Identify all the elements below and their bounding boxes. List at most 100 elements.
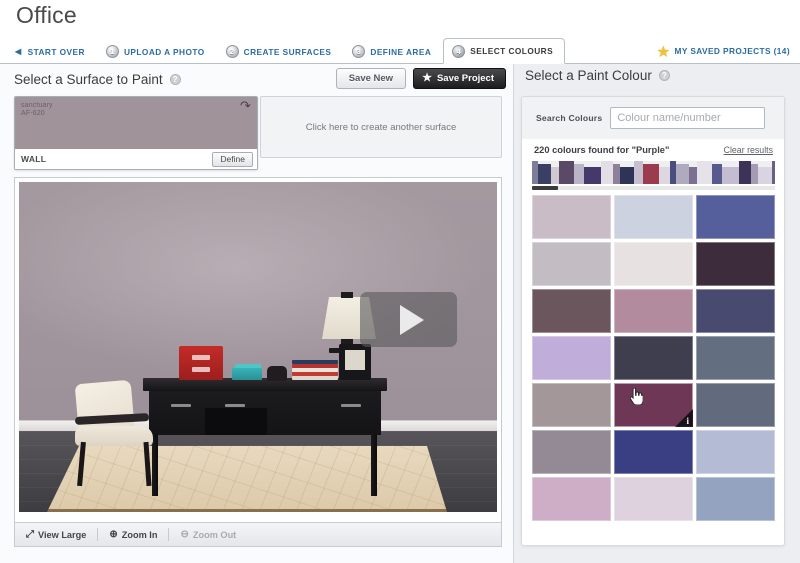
desk-drawer-handle [171,404,191,407]
step-number-badge: 1 [105,45,119,58]
help-icon[interactable]: ? [658,70,670,81]
surface-colour-swatch: sanctuary AF-620 ↶ [15,97,257,150]
colour-swatch[interactable] [614,477,693,521]
colour-swatch[interactable] [532,242,611,286]
view-large-button[interactable]: ⤢ View Large [15,528,99,541]
define-button[interactable]: Define [212,151,253,167]
main-content: Select a Surface to Paint ? Save New ★ S… [0,64,800,563]
view-large-icon: ⤢ [26,528,34,540]
colour-swatch[interactable] [614,242,693,286]
tab-start-over-label: START OVER [27,46,85,57]
colour-pane-title: Select a Paint Colour [525,68,652,83]
star-icon: ★ [657,43,670,59]
colour-swatch[interactable] [696,242,775,286]
clear-results-link[interactable]: Clear results [724,145,773,155]
colour-pane: Select a Paint Colour ? Search Colours 2… [515,64,800,563]
room-photo[interactable] [19,182,497,512]
colour-swatch[interactable] [614,195,693,239]
desk-knee-space [205,408,267,435]
colour-swatch[interactable] [532,430,611,474]
results-count-label: 220 colours found for "Purple" [534,145,670,155]
surface-list: sanctuary AF-620 ↶ WALL Define Click her… [14,96,502,170]
book-stack [292,360,338,380]
step-number-badge: 3 [352,45,366,58]
save-new-button[interactable]: Save New [335,68,407,89]
colour-swatch[interactable] [614,336,693,380]
colour-navigator-handle[interactable] [532,186,558,190]
tab-define-area-label: DEFINE AREA [370,46,432,57]
play-video-button[interactable] [360,292,457,347]
zoom-in-icon: ⊕ [109,528,118,540]
colour-swatch[interactable] [614,430,693,474]
star-icon: ★ [422,72,432,84]
back-arrow-icon: ◀ [15,46,22,56]
surface-pane-actions: Save New ★ Save Project [335,68,506,89]
colour-swatch[interactable] [696,336,775,380]
desk-accessory [267,366,287,381]
surface-pane: Select a Surface to Paint ? Save New ★ S… [0,64,514,563]
tab-upload-a-photo-label: UPLOAD A PHOTO [123,46,205,57]
search-input[interactable] [610,107,766,129]
tab-start-over[interactable]: ◀ START OVER [6,38,97,64]
undo-icon[interactable]: ↶ [240,98,251,113]
colour-swatch[interactable] [696,289,775,333]
surface-type-label: WALL [21,154,47,164]
colour-navigator-strip[interactable] [532,161,775,184]
picture-frame [339,344,371,380]
save-project-button[interactable]: ★ Save Project [413,68,506,89]
zoom-in-label: Zoom In [121,529,158,540]
colour-swatch[interactable] [532,195,611,239]
my-saved-projects-link[interactable]: ★ MY SAVED PROJECTS (14) [657,38,790,64]
zoom-out-label: Zoom Out [192,529,237,540]
colour-navigator-track[interactable] [532,186,775,190]
desk-drawer-handle [341,404,361,407]
viewer-toolbar: ⤢ View Large ⊕ Zoom In ⊖ Zoom Out [15,522,501,546]
app-root: Office ◀ START OVER 1 UPLOAD A PHOTO 2 C… [0,0,800,563]
tab-create-surfaces-label: CREATE SURFACES [243,46,332,57]
tab-select-colours[interactable]: 4 SELECT COLOURS [443,38,566,64]
page-title: Office [16,2,77,28]
save-project-label: Save Project [436,73,494,84]
mouse-cursor-icon [629,387,644,406]
play-icon [399,304,424,335]
colour-swatch[interactable] [532,477,611,521]
info-icon[interactable]: i [686,417,689,426]
colour-swatch[interactable] [696,383,775,427]
colour-swatch[interactable] [696,430,775,474]
colour-swatch[interactable] [696,477,775,521]
zoom-out-icon: ⊖ [180,528,189,540]
help-icon[interactable]: ? [169,73,181,85]
tab-select-colours-label: SELECT COLOURS [470,46,554,56]
colour-swatch[interactable] [532,383,611,427]
colour-swatch[interactable] [614,289,693,333]
desk-leg [152,434,158,496]
create-another-surface-button[interactable]: Click here to create another surface [260,96,502,158]
colour-picker-card: Search Colours 220 colours found for "Pu… [521,96,785,546]
wizard-tab-list: ◀ START OVER 1 UPLOAD A PHOTO 2 CREATE S… [6,38,566,64]
tab-define-area[interactable]: 3 DEFINE AREA [343,38,443,64]
photo-viewer: ⤢ View Large ⊕ Zoom In ⊖ Zoom Out [14,177,502,547]
zoom-in-button[interactable]: ⊕ Zoom In [98,528,170,541]
colour-search-row: Search Colours [522,97,784,139]
surface-pane-header: Select a Surface to Paint ? Save New ★ S… [0,64,514,94]
wizard-tabbar: ◀ START OVER 1 UPLOAD A PHOTO 2 CREATE S… [0,38,800,64]
chair-seat [75,426,153,446]
results-row: 220 colours found for "Purple" Clear res… [522,139,784,161]
colour-swatch-hovered[interactable]: i [614,383,693,427]
room-rug [47,446,447,512]
colour-swatch[interactable] [532,336,611,380]
surface-card-footer: WALL Define [15,149,257,169]
my-saved-projects-label: MY SAVED PROJECTS (14) [674,46,790,56]
colour-swatch-grid: i [532,195,775,521]
step-number-badge: 2 [225,45,239,58]
tab-upload-a-photo[interactable]: 1 UPLOAD A PHOTO [97,38,217,64]
search-colours-label: Search Colours [536,113,603,123]
desk-drawer-handle [225,404,245,407]
teal-book [232,368,262,380]
colour-pane-header: Select a Paint Colour ? [525,68,670,83]
colour-swatch[interactable] [696,195,775,239]
colour-swatch[interactable] [532,289,611,333]
info-corner [675,409,693,427]
surface-card-wall[interactable]: sanctuary AF-620 ↶ WALL Define [14,96,258,170]
tab-create-surfaces[interactable]: 2 CREATE SURFACES [217,38,344,64]
